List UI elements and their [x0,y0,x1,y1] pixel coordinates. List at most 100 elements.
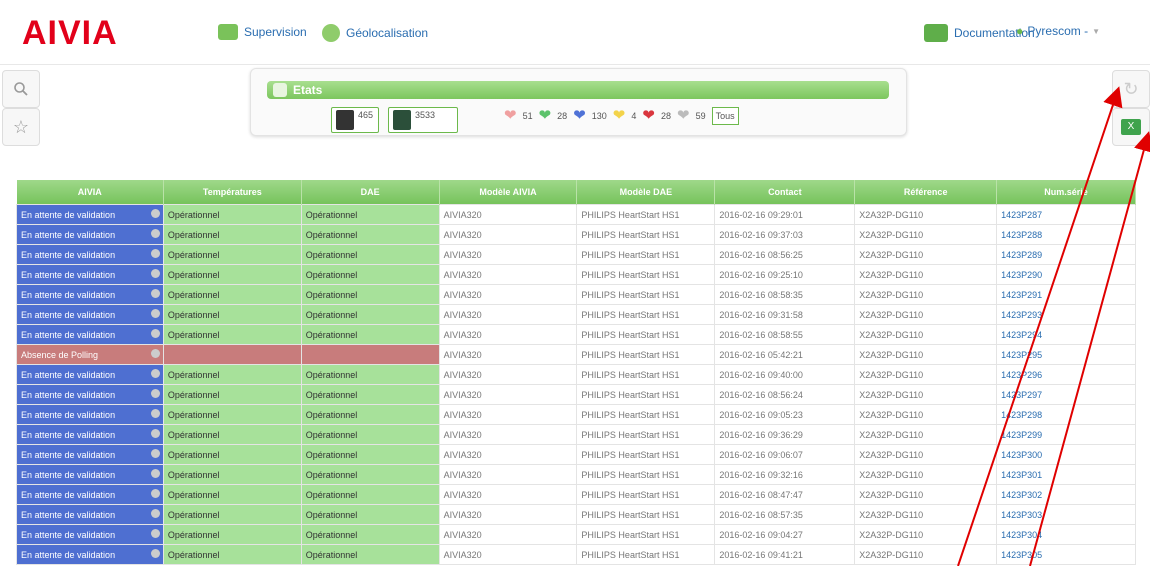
table-row[interactable]: En attente de validation Opérationnel Opér… [16,484,1136,505]
col-dae[interactable]: DAE [301,180,440,205]
table-row[interactable]: En attente de validation Opérationnel Opér… [16,364,1136,385]
col-num-serie[interactable]: Num.série [996,180,1136,205]
export-excel-button[interactable]: X [1112,108,1150,146]
cell-num-serie[interactable]: 1423P297 [996,384,1136,405]
cell-num-serie[interactable]: 1423P303 [996,504,1136,525]
cell-num-serie[interactable]: 1423P301 [996,464,1136,485]
cell-contact: 2016-02-16 05:42:21 [714,344,856,365]
device-counter-1[interactable]: 465 [331,107,379,133]
cell-modele-dae-text: PHILIPS HeartStart HS1 [581,389,680,400]
cell-modele-aivia: AIVIA320 [438,464,578,485]
cell-num-serie[interactable]: 1423P296 [996,364,1136,385]
heart-grey-icon[interactable]: ❤ [677,107,690,125]
filter-all-button[interactable]: Tous [711,107,739,125]
gear-icon[interactable] [150,329,160,338]
cell-temperature-status: Opérationnel [162,304,302,325]
refresh-button[interactable]: ↻ [1112,70,1150,108]
table-row[interactable]: En attente de validation Opérationnel Opér… [16,444,1136,465]
table-row[interactable]: En attente de validation Opérationnel Opér… [16,244,1136,265]
cell-modele-dae-text: PHILIPS HeartStart HS1 [581,529,680,540]
cell-temperature-status: Opérationnel [162,464,302,485]
table-row[interactable]: En attente de validation Opérationnel Opér… [16,224,1136,245]
cell-num-serie[interactable]: 1423P295 [996,344,1136,365]
nav-geolocalisation[interactable]: Géolocalisation [322,24,428,42]
nav-supervision[interactable]: Supervision [218,24,307,40]
cell-num-serie[interactable]: 1423P305 [996,544,1136,565]
cell-num-serie[interactable]: 1423P299 [996,424,1136,445]
gear-icon[interactable] [150,289,160,298]
gear-icon[interactable] [150,209,160,218]
cell-num-serie[interactable]: 1423P293 [996,304,1136,325]
gear-icon[interactable] [150,549,160,558]
gear-icon[interactable] [150,489,160,498]
table-header-row: AIVIA Températures DAE Modèle AIVIA Modè… [16,180,1136,205]
cell-aivia-status: En attente de validation [16,204,164,225]
table-row[interactable]: En attente de validation Opérationnel Opér… [16,404,1136,425]
table-row[interactable]: En attente de validation Opérationnel Opér… [16,464,1136,485]
cell-num-serie[interactable]: 1423P294 [996,324,1136,345]
cell-num-serie[interactable]: 1423P289 [996,244,1136,265]
table-row[interactable]: En attente de validation Opérationnel Opér… [16,384,1136,405]
table-row[interactable]: En attente de validation Opérationnel Opér… [16,504,1136,525]
col-temperatures[interactable]: Températures [163,180,302,205]
cell-num-serie[interactable]: 1423P304 [996,524,1136,545]
gear-icon[interactable] [150,509,160,518]
table-row[interactable]: En attente de validation Opérationnel Opér… [16,284,1136,305]
table-row[interactable]: En attente de validation Opérationnel Opér… [16,264,1136,285]
cell-num-serie[interactable]: 1423P290 [996,264,1136,285]
table-row[interactable]: En attente de validation Opérationnel Opér… [16,424,1136,445]
table-row[interactable]: En attente de validation Opérationnel Opér… [16,204,1136,225]
heart-blue-icon[interactable]: ❤ [573,107,586,125]
cell-num-serie[interactable]: 1423P291 [996,284,1136,305]
cell-contact-text: 2016-02-16 09:25:10 [719,269,803,280]
heart-green-count: 28 [557,111,568,121]
col-aivia[interactable]: AIVIA [16,180,164,205]
cell-num-serie[interactable]: 1423P288 [996,224,1136,245]
top-bar: AIVIA Supervision Géolocalisation Docume… [0,0,1150,65]
favorites-button[interactable]: ☆ [2,108,40,146]
gear-icon[interactable] [150,369,160,378]
table-row[interactable]: En attente de validation Opérationnel Opér… [16,524,1136,545]
gear-icon[interactable] [150,529,160,538]
table-row[interactable]: Absence de Polling AIVIA320 PHILIPS HeartS… [16,344,1136,365]
device-counter-2[interactable]: 3533 [388,107,458,133]
cell-modele-dae-text: PHILIPS HeartStart HS1 [581,329,680,340]
table-row[interactable]: En attente de validation Opérationnel Opér… [16,304,1136,325]
cell-temperature-status-text: Opérationnel [167,329,220,340]
gear-icon[interactable] [150,449,160,458]
gear-icon[interactable] [150,349,160,358]
col-modele-dae[interactable]: Modèle DAE [576,180,716,205]
gear-icon[interactable] [150,409,160,418]
heart-pink-icon[interactable]: ❤ [504,107,517,125]
table-row[interactable]: En attente de validation Opérationnel Opér… [16,324,1136,345]
table-row[interactable]: En attente de validation Opérationnel Opér… [16,544,1136,565]
gear-icon[interactable] [150,269,160,278]
cell-modele-aivia-text: AIVIA320 [443,209,482,220]
col-reference[interactable]: Référence [854,180,998,205]
gear-icon[interactable] [150,229,160,238]
cell-modele-dae: PHILIPS HeartStart HS1 [576,324,716,345]
gear-icon[interactable] [150,309,160,318]
heart-yellow-icon[interactable]: ❤ [613,107,626,125]
cell-num-serie[interactable]: 1423P298 [996,404,1136,425]
search-button[interactable] [2,70,40,108]
etats-title: Etats [293,83,323,97]
user-menu[interactable]: ● Pyrescom - ▼ [1016,24,1100,38]
gear-icon[interactable] [150,429,160,438]
heart-green-icon[interactable]: ❤ [539,107,552,125]
cell-dae-status-text: Opérationnel [305,309,358,320]
gear-icon[interactable] [150,249,160,258]
cell-contact-text: 2016-02-16 09:04:27 [719,529,803,540]
cell-num-serie[interactable]: 1423P287 [996,204,1136,225]
cell-num-serie[interactable]: 1423P300 [996,444,1136,465]
col-modele-aivia[interactable]: Modèle AIVIA [439,180,578,205]
gear-icon[interactable] [150,389,160,398]
cell-temperature-status: Opérationnel [162,324,302,345]
col-contact[interactable]: Contact [714,180,856,205]
cell-aivia-status: En attente de validation [16,384,164,405]
gear-icon[interactable] [150,469,160,478]
cell-dae-status-text: Opérationnel [305,369,358,380]
heart-red-icon[interactable]: ❤ [642,107,655,125]
cell-num-serie[interactable]: 1423P302 [996,484,1136,505]
cell-dae-status-text: Opérationnel [305,229,358,240]
